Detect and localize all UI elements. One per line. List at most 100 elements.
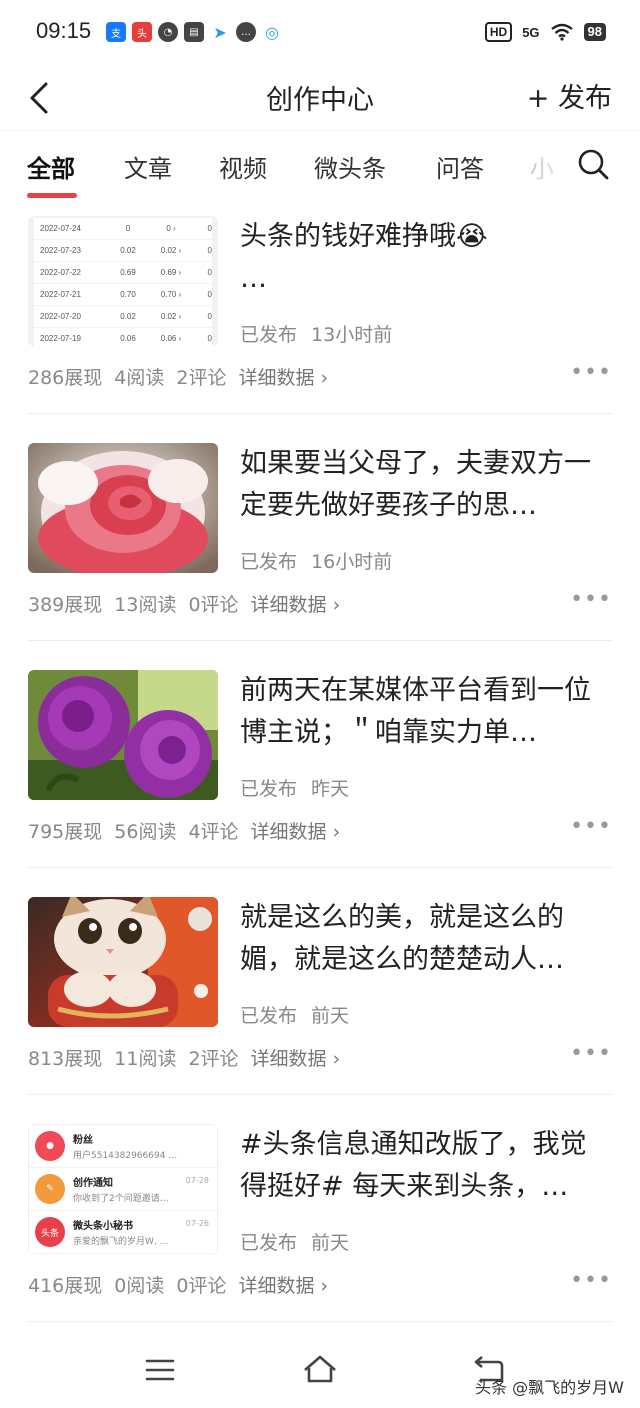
publish-status: 已发布 xyxy=(240,778,298,800)
pencil-icon: ✎ xyxy=(35,1174,65,1204)
notif-title: 微头条小秘书 xyxy=(73,1221,133,1232)
more-options-icon[interactable]: ••• xyxy=(570,1041,612,1066)
search-button[interactable] xyxy=(576,147,610,181)
detail-data-link[interactable]: 详细数据 › xyxy=(251,590,341,617)
post-card[interactable]: 如果要当父母了，夫妻双方一定要先做好要孩子的思… 已发布 16小时前 389展现 … xyxy=(0,427,640,654)
detail-data-link[interactable]: 详细数据 › xyxy=(238,1271,328,1298)
post-stats: 813展现 11阅读 2评论 详细数据 › xyxy=(28,1044,352,1071)
post-thumbnail[interactable] xyxy=(28,443,218,573)
publish-button[interactable]: + 发布 xyxy=(527,76,612,115)
notif-sub: 亲爱的飘飞的岁月W, … xyxy=(73,1237,169,1247)
cat-illustration-image xyxy=(28,897,218,1027)
detail-data-link[interactable]: 详细数据 › xyxy=(238,363,328,390)
telegram-icon: ➤ xyxy=(210,22,230,42)
notif-title: 创作通知 xyxy=(73,1178,113,1189)
post-meta: 已发布 前天 xyxy=(240,1001,349,1028)
post-title[interactable]: 前两天在某媒体平台看到一位博主说；＂咱靠实力单… xyxy=(240,670,600,754)
table-cell: 0.02 › xyxy=(160,312,182,321)
more-options-icon[interactable]: ••• xyxy=(570,587,612,612)
compass-icon: ◔ xyxy=(158,22,178,42)
notif-row: ✎ 创作通知 你收到了2个问题邀请… 07-28 xyxy=(29,1168,217,1211)
top-navbar: 创作中心 + 发布 xyxy=(0,66,640,130)
views-count: 813展现 xyxy=(28,1048,103,1070)
tab-articles[interactable]: 文章 xyxy=(124,149,172,184)
post-title[interactable]: #头条信息通知改版了，我觉得挺好# 每天来到头条，… xyxy=(240,1124,600,1208)
publish-time: 前天 xyxy=(311,1005,350,1027)
post-title[interactable]: 就是这么的美，就是这么的媚，就是这么的楚楚动人… xyxy=(240,897,600,981)
table-cell: 0.02 xyxy=(120,312,136,321)
table-cell: 2022-07-20 xyxy=(40,312,81,321)
tab-all[interactable]: 全部 xyxy=(27,149,75,184)
table-cell: 0.69 › xyxy=(160,268,182,277)
home-icon[interactable] xyxy=(302,1354,338,1384)
watermark: 头条 @飘飞的岁月W xyxy=(475,1378,624,1397)
post-stats: 389展现 13阅读 0评论 详细数据 › xyxy=(28,590,352,617)
secretary-icon: 头条 xyxy=(35,1217,65,1247)
reads-count: 11阅读 xyxy=(114,1048,177,1070)
reads-count: 0阅读 xyxy=(114,1275,165,1297)
post-stats: 416展现 0阅读 0评论 详细数据 › xyxy=(28,1271,340,1298)
reads-count: 56阅读 xyxy=(114,821,177,843)
post-thumbnail[interactable] xyxy=(28,670,218,800)
notif-row: ● 粉丝 用户5514382966694 … xyxy=(29,1125,217,1168)
table-cell: 2022-07-23 xyxy=(40,246,81,255)
post-card[interactable]: ● 粉丝 用户5514382966694 … ✎ 创作通知 你收到了2个问题邀请… xyxy=(0,1108,640,1335)
browser-icon: ◎ xyxy=(262,22,282,42)
search-icon xyxy=(578,149,609,180)
menu-icon[interactable] xyxy=(144,1356,176,1384)
post-thumbnail[interactable]: 2022-07-24 0 0 › 0 2022-07-23 0.02 0.02 › 0 2022… xyxy=(28,216,218,346)
post-card[interactable]: 前两天在某媒体平台看到一位博主说；＂咱靠实力单… 已发布 昨天 795展现 56阅… xyxy=(0,654,640,881)
toutiao-icon: 头 xyxy=(132,22,152,42)
tab-micro-posts[interactable]: 微头条 xyxy=(314,149,386,184)
chat-icon: … xyxy=(236,22,256,42)
notif-date: 07-28 xyxy=(185,1176,209,1185)
table-cell: 0.06 › xyxy=(160,334,182,343)
detail-data-link[interactable]: 详细数据 › xyxy=(251,1044,341,1071)
post-thumbnail[interactable]: ● 粉丝 用户5514382966694 … ✎ 创作通知 你收到了2个问题邀请… xyxy=(28,1124,218,1254)
earnings-table-image: 2022-07-24 0 0 › 0 2022-07-23 0.02 0.02 › 0 2022… xyxy=(28,216,218,346)
post-meta: 已发布 昨天 xyxy=(240,774,349,801)
more-options-icon[interactable]: ••• xyxy=(570,814,612,839)
table-cell: 2022-07-22 xyxy=(40,268,81,277)
table-cell: 0.70 xyxy=(120,290,136,299)
post-meta: 已发布 16小时前 xyxy=(240,547,392,574)
table-row: 2022-07-20 0.02 0.02 › 0 xyxy=(34,306,212,327)
battery-indicator: 98 xyxy=(583,23,606,41)
table-cell: 0 xyxy=(207,334,212,343)
post-stats: 286展现 4阅读 2评论 详细数据 › xyxy=(28,363,340,390)
person-icon: ● xyxy=(35,1131,65,1161)
views-count: 286展现 xyxy=(28,367,103,389)
table-cell: 0 xyxy=(207,312,212,321)
post-card[interactable]: 就是这么的美，就是这么的媚，就是这么的楚楚动人… 已发布 前天 813展现 11阅… xyxy=(0,881,640,1108)
notif-sub: 用户5514382966694 … xyxy=(73,1151,178,1161)
post-title[interactable]: 头条的钱好难挣哦😭 … xyxy=(240,216,600,300)
comments-count: 2评论 xyxy=(176,367,227,389)
tab-qa[interactable]: 问答 xyxy=(436,149,484,184)
more-options-icon[interactable]: ••• xyxy=(570,1268,612,1293)
table-row: 2022-07-23 0.02 0.02 › 0 xyxy=(34,240,212,261)
status-bar: 09:15 支 头 ◔ ▤ ➤ … ◎ HD 5G 98 xyxy=(0,0,640,66)
publish-time: 前天 xyxy=(311,1232,350,1254)
tab-fade-overlay xyxy=(520,141,580,191)
publish-status: 已发布 xyxy=(240,1232,298,1254)
post-meta: 已发布 13小时前 xyxy=(240,320,392,347)
post-title[interactable]: 如果要当父母了，夫妻双方一定要先做好要孩子的思… xyxy=(240,443,600,527)
more-options-icon[interactable]: ••• xyxy=(570,360,612,385)
publish-time: 昨天 xyxy=(311,778,350,800)
red-camellia-image xyxy=(28,443,218,573)
hd-badge: HD xyxy=(484,22,513,42)
views-count: 416展现 xyxy=(28,1275,103,1297)
table-cell: 0 xyxy=(207,268,212,277)
post-card[interactable]: 2022-07-24 0 0 › 0 2022-07-23 0.02 0.02 › 0 2022… xyxy=(0,200,640,427)
detail-data-link[interactable]: 详细数据 › xyxy=(251,817,341,844)
network-type: 5G xyxy=(522,24,540,40)
table-cell: 0 xyxy=(207,246,212,255)
tab-videos[interactable]: 视频 xyxy=(219,149,267,184)
comments-count: 4评论 xyxy=(188,821,239,843)
card-divider xyxy=(28,413,612,414)
post-thumbnail[interactable] xyxy=(28,897,218,1027)
notif-date: 07-26 xyxy=(185,1219,209,1228)
notif-title: 粉丝 xyxy=(73,1135,93,1146)
table-cell: 0 › xyxy=(166,224,176,233)
notif-sub: 你收到了2个问题邀请… xyxy=(73,1194,169,1204)
